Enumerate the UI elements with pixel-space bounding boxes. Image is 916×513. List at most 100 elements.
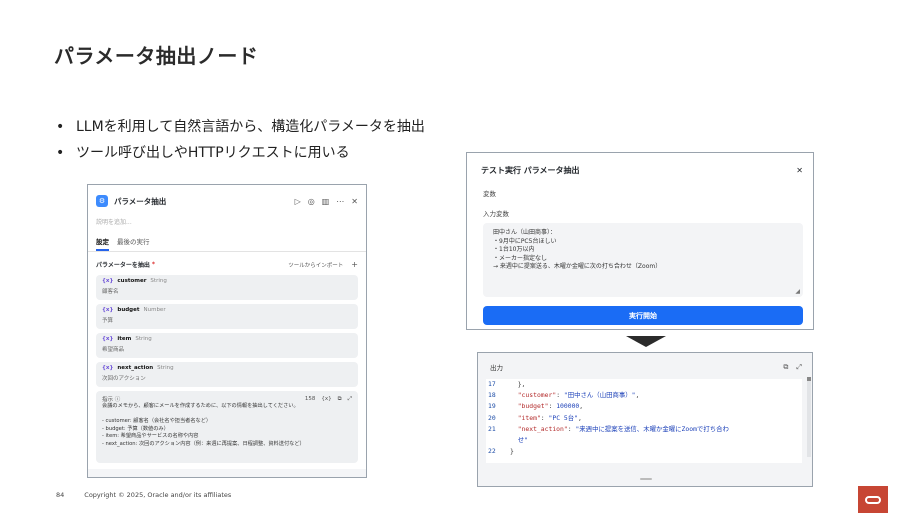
line-number bbox=[486, 435, 510, 446]
import-from-tool-button[interactable]: ツールからインポート bbox=[288, 261, 343, 269]
layout-icon[interactable]: ▥ bbox=[322, 197, 330, 206]
panel-header: ⚙ パラメータ抽出 ▷ ◎ ▥ ⋯ ✕ bbox=[88, 185, 366, 217]
param-item[interactable]: {x} next_action String 次回のアクション bbox=[96, 362, 358, 387]
output-panel: 出力 ⧉ ⤢ 17 }, 18 "customer": "田中さん（山田商事）",… bbox=[477, 352, 813, 487]
code-token: "customer" bbox=[517, 391, 557, 400]
bullet-marker: • bbox=[56, 119, 65, 135]
code-text: } bbox=[510, 446, 802, 457]
instruction-label: 指示 ⓘ bbox=[102, 397, 121, 403]
resize-grip[interactable] bbox=[640, 478, 652, 480]
code-text: "item": "PC 5台", bbox=[510, 413, 802, 424]
input-line: ・9月中にPC5台ほしい bbox=[493, 237, 557, 245]
code-token: "田中さん（山田商事）" bbox=[563, 391, 636, 400]
copy-icon[interactable]: ⧉ bbox=[783, 363, 788, 372]
scrollbar[interactable] bbox=[807, 377, 811, 457]
code-text: }, bbox=[510, 379, 802, 390]
code-line: 21 "next_action": "来週中に提案を送信、木曜か金曜にZoomで… bbox=[486, 424, 802, 435]
param-type: String bbox=[150, 278, 167, 284]
run-start-button[interactable]: 実行開始 bbox=[483, 306, 803, 325]
expand-icon[interactable]: ⤢ bbox=[796, 363, 802, 372]
oracle-logo bbox=[858, 486, 888, 513]
code-text: "next_action": "来週中に提案を送信、木曜か金曜にZoomで打ち合… bbox=[510, 424, 802, 435]
scrollbar-thumb[interactable] bbox=[807, 377, 811, 381]
insert-variable-icon[interactable]: {x} bbox=[321, 396, 331, 402]
expand-icon[interactable]: ⤢ bbox=[348, 396, 352, 403]
code-token: , bbox=[577, 413, 582, 422]
more-icon[interactable]: ⋯ bbox=[336, 197, 344, 206]
close-icon[interactable]: ✕ bbox=[351, 197, 358, 206]
instruction-line: - customer: 顧客名（会社名や担当者名など） bbox=[102, 418, 212, 425]
tab-last-run[interactable]: 最後の実行 bbox=[117, 236, 150, 246]
instruction-field[interactable]: 指示 ⓘ 158 {x} ⧉ ⤢ 会議のメモから、顧客にメールを作成するために、… bbox=[96, 391, 358, 463]
code-line: 20 "item": "PC 5台", bbox=[486, 413, 802, 424]
code-token: せ" bbox=[517, 436, 528, 445]
input-variable-textarea[interactable]: 田中さん（山田商事）： ・9月中にPC5台ほしい ・1台10万以内 ・メーカー指… bbox=[483, 223, 803, 297]
param-description: 顧客名 bbox=[102, 289, 119, 295]
code-token: 100000 bbox=[556, 402, 580, 411]
line-number: 22 bbox=[488, 447, 496, 456]
input-variables-label: 入力変数 bbox=[483, 210, 509, 218]
description-input[interactable]: 説明を追加... bbox=[88, 217, 366, 236]
bullet-item: • LLMを利用して自然言語から、構造化パラメータを抽出 bbox=[56, 116, 425, 142]
param-name: item bbox=[117, 336, 132, 342]
char-count: 158 bbox=[304, 396, 316, 402]
code-line: 19 "budget": 100000, bbox=[486, 401, 802, 412]
run-icon[interactable]: ▷ bbox=[295, 197, 301, 206]
bullet-list: • LLMを利用して自然言語から、構造化パラメータを抽出 • ツール呼び出しやHTT… bbox=[56, 116, 425, 168]
copy-icon[interactable]: ⧉ bbox=[338, 396, 342, 403]
param-type: Number bbox=[143, 307, 166, 313]
code-text: "budget": 100000, bbox=[510, 401, 802, 412]
line-number: 17 bbox=[488, 380, 496, 388]
footer: 84 Copyright © 2025, Oracle and/or its a… bbox=[56, 491, 231, 499]
header-actions: ▷ ◎ ▥ ⋯ ✕ bbox=[295, 197, 358, 206]
line-number: 18 bbox=[488, 391, 496, 400]
code-text: せ" bbox=[510, 435, 802, 446]
param-name: customer bbox=[117, 278, 147, 284]
resize-handle-icon[interactable]: ◢ bbox=[795, 288, 800, 295]
code-token: }, bbox=[517, 380, 526, 388]
param-item[interactable]: {x} budget Number 予算 bbox=[96, 304, 358, 329]
code-token: "item" bbox=[517, 413, 541, 422]
variable-icon: {x} bbox=[102, 278, 114, 284]
page-number: 84 bbox=[56, 491, 65, 499]
param-description: 予算 bbox=[102, 318, 114, 324]
param-description: 希望商品 bbox=[102, 347, 125, 353]
code-line: 18 "customer": "田中さん（山田商事）", bbox=[486, 390, 802, 401]
code-line: せ" bbox=[486, 435, 802, 446]
params-label: パラメーターを抽出 bbox=[96, 262, 150, 269]
line-number: 19 bbox=[488, 402, 496, 411]
param-description: 次回のアクション bbox=[102, 376, 146, 382]
json-output-code: 17 }, 18 "customer": "田中さん（山田商事）", 19 "bud… bbox=[486, 379, 802, 463]
param-item[interactable]: {x} customer String 顧客名 bbox=[96, 275, 358, 300]
param-name: next_action bbox=[117, 365, 154, 371]
add-param-icon[interactable]: + bbox=[351, 260, 358, 269]
code-token: : bbox=[540, 413, 549, 422]
code-token: "next_action" bbox=[517, 424, 568, 433]
variable-icon: {x} bbox=[102, 307, 114, 313]
code-token: } bbox=[510, 447, 514, 456]
input-line: → 来週中に提案送る、木曜か金曜に次の打ち合わせ（Zoom） bbox=[493, 263, 662, 271]
down-arrow-icon bbox=[626, 336, 666, 347]
instruction-line: 会議のメモから、顧客にメールを作成するために、以下の情報を抽出してください。 bbox=[102, 403, 299, 409]
slide-title: パラメータ抽出ノード bbox=[54, 44, 259, 68]
code-token: , bbox=[635, 391, 640, 400]
param-type: String bbox=[157, 365, 174, 371]
output-title: 出力 bbox=[490, 364, 503, 372]
oracle-ring-icon bbox=[865, 495, 881, 504]
tab-settings[interactable]: 設定 bbox=[96, 236, 109, 251]
code-token: "来週中に提案を送信、木曜か金曜にZoomで打ち合わ bbox=[575, 424, 729, 433]
copyright: Copyright © 2025, Oracle and/or its affi… bbox=[84, 491, 232, 499]
param-item[interactable]: {x} item String 希望商品 bbox=[96, 333, 358, 358]
history-icon[interactable]: ◎ bbox=[308, 197, 315, 206]
panel-tabs: 設定 最後の実行 bbox=[88, 236, 366, 252]
variables-label: 変数 bbox=[483, 190, 496, 198]
input-line: ・1台10万以内 bbox=[493, 246, 535, 254]
params-header: パラメーターを抽出 * ツールからインポート + bbox=[88, 252, 366, 275]
instruction-line: - next_action: 次回のアクション内容（例：来週に再提案、日程調整、… bbox=[102, 440, 305, 447]
close-icon[interactable]: ✕ bbox=[796, 166, 803, 175]
bullet-text: LLMを利用して自然言語から、構造化パラメータを抽出 bbox=[76, 119, 425, 135]
